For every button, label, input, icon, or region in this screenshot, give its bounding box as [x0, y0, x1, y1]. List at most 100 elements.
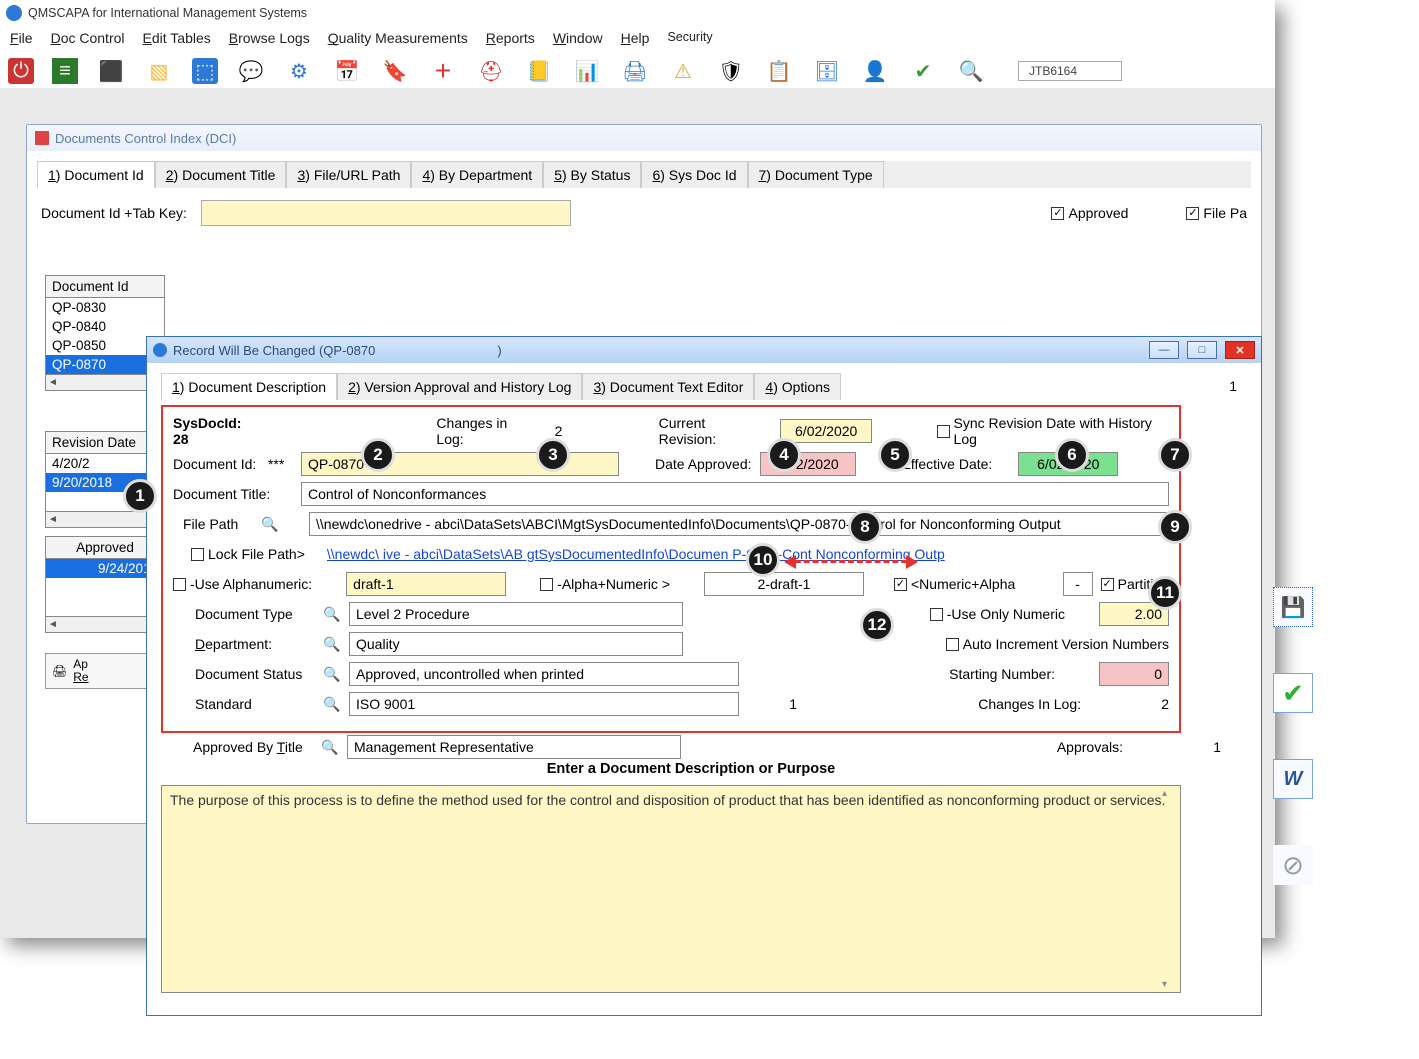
edit-tab-1[interactable]: 2) Version Approval and History Log [337, 373, 582, 400]
tb-bookmark-icon[interactable]: 🔖 [380, 56, 410, 86]
tb-doc-icon[interactable]: ≡ [52, 58, 78, 84]
save-button[interactable]: 💾 [1273, 587, 1313, 627]
description-scrollbar[interactable]: ▴▾ [1162, 788, 1178, 990]
approved-check[interactable]: Approved [1051, 205, 1128, 221]
magnify-icon[interactable]: 🔍 [321, 738, 339, 756]
dci-icon [35, 131, 49, 145]
tb-list-icon[interactable]: 📋 [764, 56, 794, 86]
app-icon [6, 5, 22, 21]
doc-id-field[interactable]: QP-0870 [301, 452, 619, 476]
standard-field[interactable]: ISO 9001 [349, 692, 739, 716]
minimize-button[interactable]: — [1149, 341, 1179, 359]
side-buttons: 💾 ✔ W ⊘ [1271, 587, 1315, 885]
word-button[interactable]: W [1273, 759, 1313, 799]
menu-browse-logs[interactable]: Browse Logs [229, 30, 310, 46]
sysdoc-label: SysDocId: 28 [173, 415, 257, 447]
printer-icon: 🖨 [52, 664, 67, 678]
tb-chart-icon[interactable]: 📊 [572, 56, 602, 86]
lock-filepath-check[interactable]: Lock File Path> [191, 546, 305, 562]
draft-field[interactable]: draft-1 [346, 572, 506, 596]
use-alphanumeric-check[interactable]: -Use Alphanumeric: [173, 576, 312, 592]
doclist-header[interactable]: Document Id [45, 275, 165, 298]
tb-badge-icon[interactable]: 👤 [860, 56, 890, 86]
tb-lifering-icon[interactable]: ⛑ [476, 56, 506, 86]
tb-notes-icon[interactable]: 📒 [524, 56, 554, 86]
sync-revision-check[interactable]: Sync Revision Date with History Log [937, 415, 1169, 447]
callout-3: 3 [536, 438, 570, 472]
separator-field[interactable]: - [1063, 572, 1093, 596]
dci-titlebar: Documents Control Index (DCI) [27, 125, 1261, 151]
magnify-icon[interactable]: 🔍 [261, 515, 279, 533]
approvals-value: 1 [1131, 739, 1221, 755]
edit-tab-0[interactable]: 1) Document Description [161, 373, 337, 400]
effective-date-label: Effective Date: [902, 456, 993, 472]
current-rev-field[interactable]: 6/02/2020 [780, 419, 872, 443]
doclist-row[interactable]: QP-0830 [46, 298, 164, 317]
tb-chat-icon[interactable]: 💬 [236, 56, 266, 86]
magnify-icon[interactable]: 🔍 [323, 605, 341, 623]
user-box[interactable]: JTB6164 [1018, 61, 1122, 81]
callout-4: 4 [767, 438, 801, 472]
dci-tab-2[interactable]: 3) File/URL Path [286, 161, 411, 188]
tb-printer-icon[interactable]: 🖨 [620, 56, 650, 86]
tb-pdf-icon[interactable]: ⬛ [96, 56, 126, 86]
close-button[interactable]: ✕ [1225, 341, 1255, 359]
cancel-button[interactable]: ⊘ [1273, 845, 1313, 885]
doc-title-field[interactable]: Control of Nonconformances [301, 482, 1169, 506]
standard-label: Standard [195, 696, 315, 712]
tb-dash-icon[interactable]: ⬚ [192, 58, 218, 84]
app-titlebar: QMSCAPA for International Management Sys… [0, 0, 1275, 26]
magnify-icon[interactable]: 🔍 [323, 665, 341, 683]
menu-file[interactable]: File [10, 30, 33, 46]
doc-type-field[interactable]: Level 2 Procedure [349, 602, 683, 626]
magnify-icon[interactable]: 🔍 [323, 635, 341, 653]
doc-description-panel: SysDocId: 28 Changes in Log: 2 Current R… [161, 405, 1181, 733]
file-path-field[interactable]: \\newdc\onedrive - abci\DataSets\ABCI\Mg… [309, 512, 1169, 536]
description-header: Enter a Document Description or Purpose [161, 761, 1221, 777]
menu-edit-tables[interactable]: Edit Tables [143, 30, 211, 46]
tb-shield-icon[interactable]: 🛡 [716, 56, 746, 86]
magnify-icon[interactable]: 🔍 [323, 695, 341, 713]
changes-label: Changes in Log: [436, 415, 533, 447]
approved-by-field[interactable]: Management Representative [347, 735, 681, 759]
menu-quality[interactable]: Quality Measurements [328, 30, 468, 46]
filter-input[interactable] [201, 200, 571, 226]
tb-plus-icon[interactable]: + [428, 56, 458, 86]
tb-calendar-icon[interactable]: 📅 [332, 56, 362, 86]
dci-tab-6[interactable]: 7) Document Type [748, 161, 884, 188]
tb-gear-icon[interactable]: ⚙ [284, 56, 314, 86]
starting-number-field[interactable]: 0 [1099, 662, 1169, 686]
tb-warn-icon[interactable]: ⚠ [668, 56, 698, 86]
description-textarea[interactable]: The purpose of this process is to define… [161, 785, 1181, 993]
dci-tab-5[interactable]: 6) Sys Doc Id [641, 161, 747, 188]
doclist-row[interactable]: QP-0840 [46, 317, 164, 336]
menu-security[interactable]: Security [667, 30, 712, 46]
menu-help[interactable]: Help [621, 30, 650, 46]
department-field[interactable]: Quality [349, 632, 683, 656]
auto-increment-check[interactable]: Auto Increment Version Numbers [946, 636, 1169, 652]
doc-status-field[interactable]: Approved, uncontrolled when printed [349, 662, 739, 686]
callout-10: 10 [746, 543, 780, 577]
edit-tab-2[interactable]: 3) Document Text Editor [582, 373, 754, 400]
edit-tab-3[interactable]: 4) Options [754, 373, 841, 400]
menu-window[interactable]: Window [553, 30, 603, 46]
menu-reports[interactable]: Reports [486, 30, 535, 46]
tb-zoom-icon[interactable]: 🔍 [956, 56, 986, 86]
numeric-alpha-check[interactable]: <Numeric+Alpha [894, 576, 1015, 592]
tb-folder-icon[interactable]: ▧ [144, 56, 174, 86]
tb-dbadd-icon[interactable]: 🗄 [812, 56, 842, 86]
edit-titlebar[interactable]: Record Will Be Changed (QP-0870 ) — □ ✕ [147, 337, 1261, 363]
dci-tab-3[interactable]: 4) By Department [411, 161, 543, 188]
maximize-button[interactable]: □ [1187, 341, 1217, 359]
menu-doc-control[interactable]: Doc Control [51, 30, 125, 46]
tb-check-icon[interactable]: ✔ [908, 56, 938, 86]
alpha-numeric-check[interactable]: -Alpha+Numeric > [540, 576, 670, 592]
filepath-check[interactable]: File Pa [1186, 205, 1247, 221]
dci-tab-1[interactable]: 2) Document Title [155, 161, 287, 188]
ok-button[interactable]: ✔ [1273, 673, 1313, 713]
dci-tab-0[interactable]: 1) Document Id [37, 161, 155, 188]
use-numeric-check[interactable]: -Use Only Numeric [930, 606, 1065, 622]
tb-power-icon[interactable]: ⏻ [8, 58, 34, 84]
dci-tab-4[interactable]: 5) By Status [543, 161, 641, 188]
combined-field[interactable]: 2-draft-1 [704, 572, 864, 596]
